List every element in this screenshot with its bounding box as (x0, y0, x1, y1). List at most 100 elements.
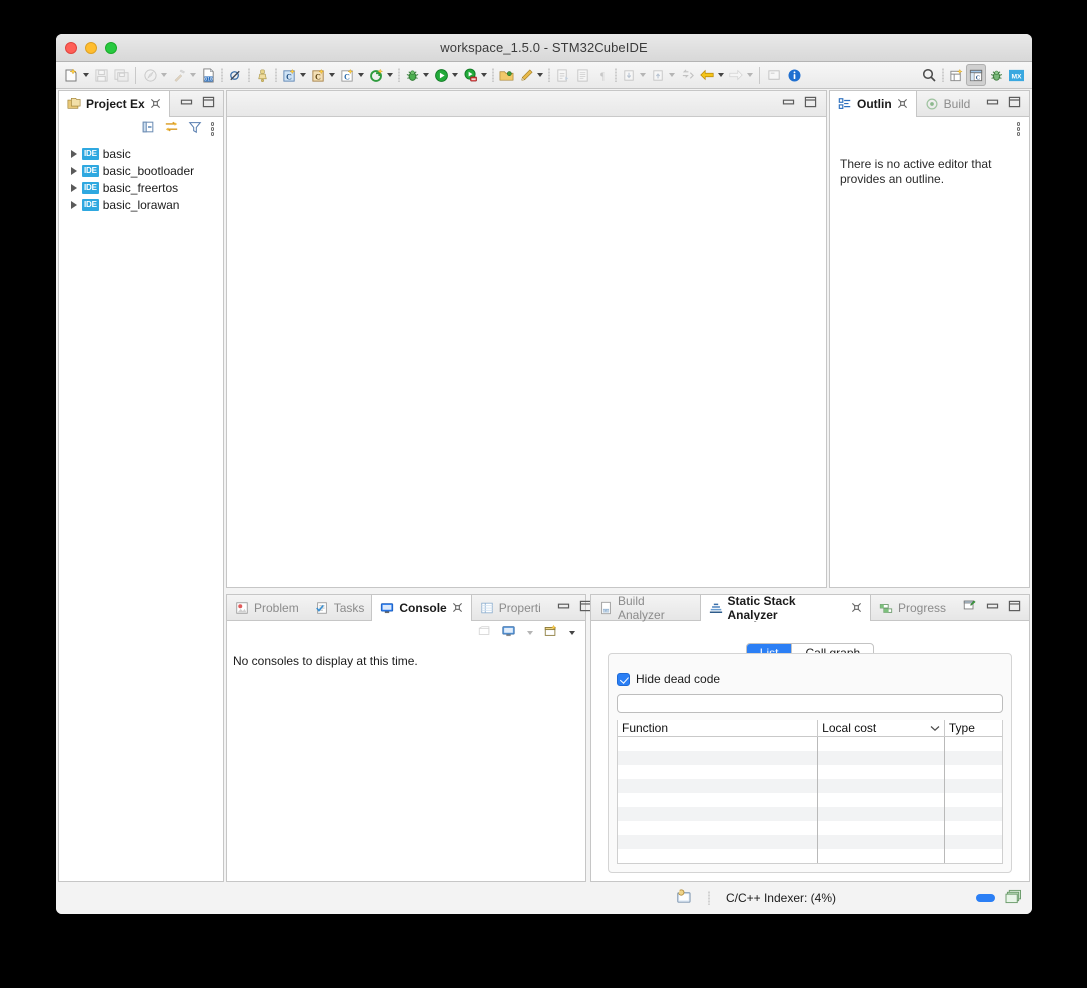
new-c-cpp-file-dropdown[interactable] (327, 66, 336, 84)
display-selected-console-dropdown[interactable] (525, 624, 534, 642)
maximize-view-icon[interactable] (202, 95, 215, 113)
ssa-filter-input[interactable] (617, 694, 1003, 713)
maximize-editor-icon[interactable] (804, 95, 817, 113)
minimize-view-icon[interactable] (986, 95, 999, 113)
pilcrow-button[interactable]: ¶ (592, 64, 612, 86)
close-icon[interactable] (452, 602, 463, 613)
chevron-right-icon[interactable] (69, 200, 78, 209)
show-progress-views-icon[interactable] (1005, 889, 1022, 907)
minimize-view-icon[interactable] (557, 599, 570, 617)
run-dropdown[interactable] (450, 66, 459, 84)
chevron-right-icon[interactable] (69, 166, 78, 175)
tab-progress[interactable]: Progress (871, 595, 954, 620)
table-row[interactable] (618, 750, 1002, 765)
new-class-dropdown[interactable] (356, 66, 365, 84)
link-with-editor-icon[interactable] (164, 120, 179, 139)
table-row[interactable] (618, 792, 1002, 807)
tab-outline[interactable]: Outlin (829, 91, 917, 117)
table-row[interactable] (618, 806, 1002, 821)
close-icon[interactable] (897, 98, 908, 109)
tab-build[interactable]: Build (917, 91, 979, 116)
save-all-button[interactable] (111, 64, 131, 86)
collapse-all-icon[interactable] (141, 120, 155, 139)
column-header-local-cost[interactable]: Local cost (817, 720, 945, 737)
chevron-down-icon[interactable] (926, 721, 940, 735)
chevron-right-icon[interactable] (69, 183, 78, 192)
ssa-table-container[interactable]: Function Local cost Type (617, 720, 1003, 864)
run-button[interactable] (431, 64, 460, 86)
minimize-editor-icon[interactable] (782, 95, 795, 113)
close-button[interactable] (65, 42, 77, 54)
new-c-cpp-project-dropdown[interactable] (298, 66, 307, 84)
pencil-dropdown[interactable] (535, 66, 544, 84)
list-item[interactable]: IDE basic_lorawan (63, 196, 223, 213)
debug-dropdown[interactable] (421, 66, 430, 84)
close-icon[interactable] (150, 98, 161, 109)
list-item[interactable]: IDE basic_bootloader (63, 162, 223, 179)
minimize-view-icon[interactable] (180, 95, 193, 113)
filter-icon[interactable] (188, 120, 202, 139)
table-row[interactable] (618, 834, 1002, 849)
next-annotation-dropdown[interactable] (638, 66, 647, 84)
table-row[interactable] (618, 764, 1002, 779)
export-button[interactable] (552, 64, 572, 86)
view-menu-icon[interactable] (210, 122, 214, 136)
new-c-cpp-file-button[interactable]: C (308, 64, 337, 86)
open-console-dropdown[interactable] (567, 624, 576, 642)
tab-properties[interactable]: Properti (472, 595, 549, 620)
build-all-button[interactable] (140, 64, 169, 86)
table-row[interactable] (618, 736, 1002, 751)
new-file-button[interactable] (62, 64, 91, 86)
editor-canvas[interactable] (227, 117, 826, 587)
list-item[interactable]: IDE basic_freertos (63, 179, 223, 196)
print-button[interactable] (572, 64, 592, 86)
table-row[interactable] (618, 848, 1002, 863)
tab-project-explorer[interactable]: Project Ex (58, 91, 170, 117)
display-selected-console-icon[interactable] (501, 624, 516, 643)
close-icon[interactable] (851, 602, 862, 613)
minimize-view-icon[interactable] (986, 599, 999, 617)
tab-static-stack-analyzer[interactable]: Static Stack Analyzer (699, 594, 871, 622)
new-element-button[interactable] (366, 64, 395, 86)
tab-tasks[interactable]: Tasks (307, 595, 373, 620)
new-class-button[interactable]: C (337, 64, 366, 86)
debug-button[interactable] (402, 64, 431, 86)
open-perspective-button[interactable] (946, 64, 966, 86)
clear-console-icon[interactable] (477, 624, 492, 643)
run-configurations-button[interactable] (460, 64, 489, 86)
minimize-button[interactable] (85, 42, 97, 54)
open-console-icon[interactable] (543, 624, 558, 643)
table-row[interactable] (618, 778, 1002, 793)
save-button[interactable] (91, 64, 111, 86)
last-edit-location-button[interactable] (677, 64, 697, 86)
skip-breakpoints-button[interactable] (225, 64, 245, 86)
information-button[interactable] (784, 64, 804, 86)
new-c-cpp-project-button[interactable]: C (279, 64, 308, 86)
tab-build-analyzer[interactable]: 010 Build Analyzer (591, 594, 701, 622)
forward-dropdown[interactable] (745, 66, 754, 84)
column-header-function[interactable]: Function (618, 720, 819, 737)
list-item[interactable]: IDE basic (63, 145, 223, 162)
toggle-binary-button[interactable]: 010 (198, 64, 218, 86)
pencil-button[interactable] (516, 64, 545, 86)
previous-annotation-button[interactable] (648, 64, 677, 86)
previous-annotation-dropdown[interactable] (667, 66, 676, 84)
maximize-view-icon[interactable] (1008, 95, 1021, 113)
view-menu-icon[interactable] (1016, 122, 1020, 136)
editor-area[interactable] (226, 90, 827, 588)
perspective-cubemx-button[interactable]: MX (1006, 64, 1026, 86)
column-header-type[interactable]: Type (944, 720, 1002, 737)
run-configurations-dropdown[interactable] (479, 66, 488, 84)
hide-dead-code-row[interactable]: Hide dead code (617, 672, 1003, 686)
perspective-c-cpp-button[interactable]: C (966, 64, 986, 86)
table-row[interactable] (618, 820, 1002, 835)
pin-view-icon[interactable] (962, 598, 977, 617)
perspective-debug-button[interactable] (986, 64, 1006, 86)
forward-button[interactable] (726, 64, 755, 86)
new-editor-button[interactable] (764, 64, 784, 86)
hide-dead-code-checkbox[interactable] (617, 672, 630, 686)
resume-thread-button[interactable] (252, 64, 272, 86)
back-button[interactable] (697, 64, 726, 86)
new-file-dropdown[interactable] (81, 66, 90, 84)
tab-console[interactable]: Console (371, 595, 472, 621)
